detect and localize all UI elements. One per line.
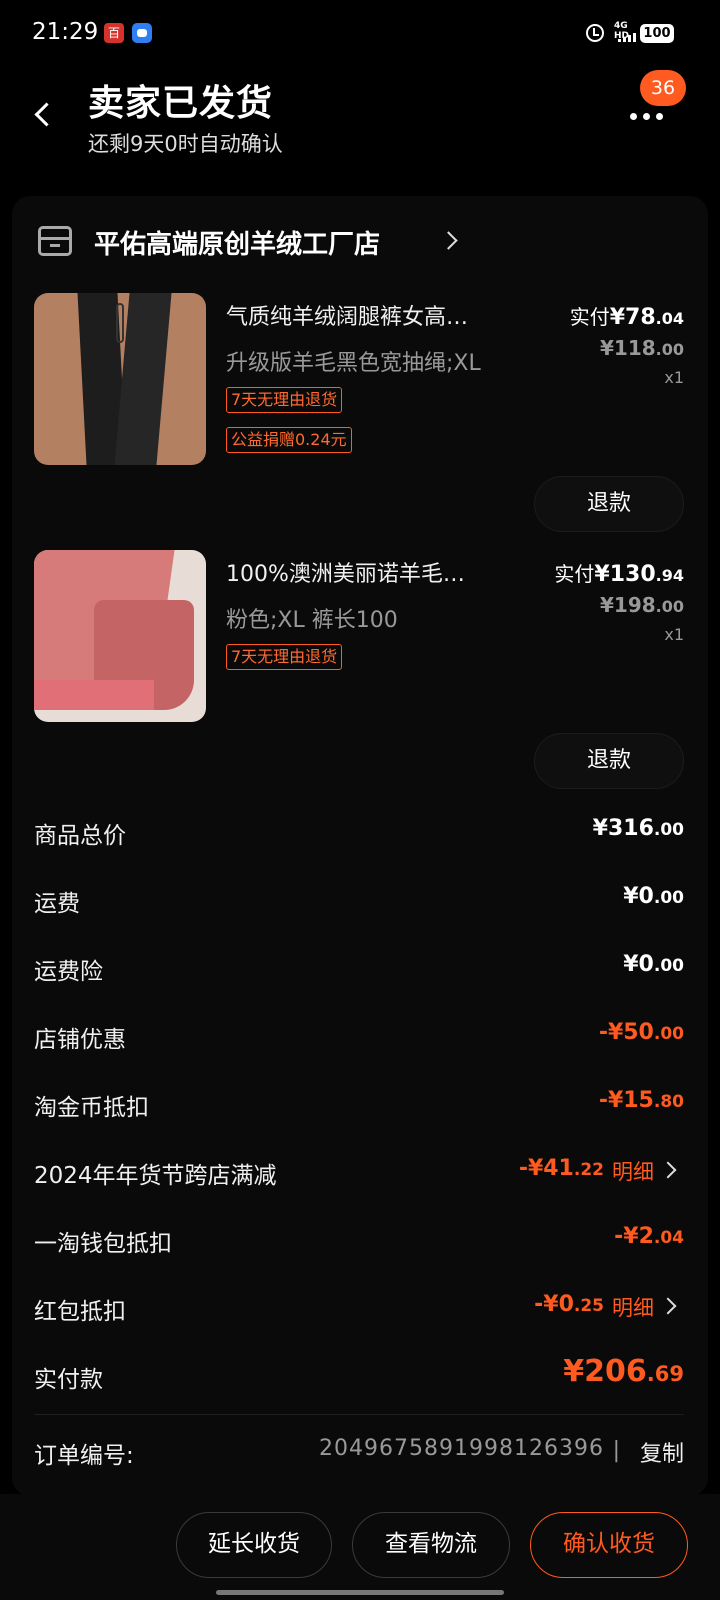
separator: | xyxy=(612,1438,620,1463)
more-options-icon[interactable] xyxy=(630,104,674,128)
fee-value: ¥0.00 xyxy=(623,952,684,977)
shop-row[interactable]: 平佑高端原创羊绒工厂店 xyxy=(34,220,674,264)
fee-label: 运费 xyxy=(34,891,80,917)
app-notification-icon: 百 xyxy=(104,23,124,43)
order-item[interactable]: 100%澳洲美丽诺羊毛… 粉色;XL 裤长100 7天无理由退货 实付¥130.… xyxy=(34,550,684,730)
quantity: x1 xyxy=(664,625,684,644)
order-number-row: 订单编号: 2049675891998126396 | 复制 xyxy=(34,1436,684,1476)
total-label: 实付款 xyxy=(34,1367,103,1393)
bottom-action-bar: 延长收货 查看物流 确认收货 xyxy=(0,1494,720,1600)
item-title[interactable]: 100%澳洲美丽诺羊毛… xyxy=(226,556,526,588)
fee-row-shipping: 运费 ¥0.00 xyxy=(34,880,684,920)
battery-icon: 100 xyxy=(640,24,674,43)
fee-value: -¥0.25 xyxy=(534,1292,604,1317)
return-policy-tag: 7天无理由退货 xyxy=(226,387,343,413)
item-spec: 粉色;XL 裤长100 xyxy=(226,608,398,633)
chevron-right-icon xyxy=(659,1161,677,1179)
divider xyxy=(34,1414,684,1415)
chevron-right-icon xyxy=(659,1297,677,1315)
return-policy-tag: 7天无理由退货 xyxy=(226,644,343,670)
shop-name[interactable]: 平佑高端原创羊绒工厂店 xyxy=(94,224,380,261)
status-time: 21:29 xyxy=(32,19,99,45)
price-column: 实付¥78.04 ¥118.00 x1 xyxy=(544,301,684,387)
paid-price: 实付¥130.94 xyxy=(554,562,684,587)
extend-receipt-button[interactable]: 延长收货 xyxy=(176,1512,332,1578)
signal-icon xyxy=(618,33,636,42)
item-title[interactable]: 气质纯羊绒阔腿裤女高… xyxy=(226,299,526,331)
detail-link[interactable]: 明细 xyxy=(612,1156,654,1186)
fee-row-shipping-insurance: 运费险 ¥0.00 xyxy=(34,948,684,988)
order-number: 2049675891998126396 xyxy=(319,1436,604,1461)
auto-confirm-countdown: 还剩9天0时自动确认 xyxy=(88,132,283,156)
price-column: 实付¥130.94 ¥198.00 x1 xyxy=(544,558,684,644)
refund-button[interactable]: 退款 xyxy=(534,733,684,789)
product-image-black-pants[interactable] xyxy=(34,293,206,465)
view-logistics-button[interactable]: 查看物流 xyxy=(352,1512,510,1578)
fee-value: -¥15.80 xyxy=(598,1088,684,1113)
original-price: ¥198.00 xyxy=(599,593,684,617)
fee-label: 商品总价 xyxy=(34,823,126,849)
product-image-pink-pants[interactable] xyxy=(34,550,206,722)
message-count-badge[interactable]: 36 xyxy=(640,70,686,106)
chevron-right-icon xyxy=(439,231,458,250)
fee-label: 淘金币抵扣 xyxy=(34,1095,149,1121)
fee-label: 2024年年货节跨店满减 xyxy=(34,1163,277,1189)
total-paid-row: 实付款 ¥206.69 xyxy=(34,1354,684,1402)
fee-value: ¥0.00 xyxy=(623,884,684,909)
status-bar: 21:29 百 4G HD 100 xyxy=(0,0,720,66)
copy-button[interactable]: 复制 xyxy=(640,1436,684,1468)
item-spec: 升级版羊毛黑色宽抽绳;XL xyxy=(226,351,481,376)
fee-label: 店铺优惠 xyxy=(34,1027,126,1053)
detail-link[interactable]: 明细 xyxy=(612,1292,654,1322)
fee-value: -¥2.04 xyxy=(614,1224,684,1249)
home-indicator[interactable] xyxy=(216,1590,504,1595)
original-price: ¥118.00 xyxy=(599,336,684,360)
order-item[interactable]: 气质纯羊绒阔腿裤女高… 升级版羊毛黑色宽抽绳;XL 7天无理由退货 公益捐赠0.… xyxy=(34,293,684,473)
fee-row-festival-discount[interactable]: 2024年年货节跨店满减 -¥41.22 明细 xyxy=(34,1152,684,1192)
confirm-receipt-button[interactable]: 确认收货 xyxy=(530,1512,688,1578)
total-value: ¥206.69 xyxy=(563,1354,684,1389)
charity-tag: 公益捐赠0.24元 xyxy=(226,427,352,453)
fee-label: 红包抵扣 xyxy=(34,1299,126,1325)
quantity: x1 xyxy=(664,368,684,387)
fee-value: ¥316.00 xyxy=(592,816,684,841)
fee-label: 运费险 xyxy=(34,959,103,985)
fee-row-goods-total: 商品总价 ¥316.00 xyxy=(34,812,684,852)
page-title: 卖家已发货 xyxy=(88,83,274,124)
fee-label: 一淘钱包抵扣 xyxy=(34,1231,172,1257)
refund-button[interactable]: 退款 xyxy=(534,476,684,532)
fee-value: -¥41.22 xyxy=(518,1156,604,1181)
back-icon[interactable] xyxy=(28,94,58,134)
fee-value: -¥50.00 xyxy=(598,1020,684,1045)
page-header: 卖家已发货 还剩9天0时自动确认 36 xyxy=(0,66,720,166)
fee-row-wallet-deduction: 一淘钱包抵扣 -¥2.04 xyxy=(34,1220,684,1260)
store-icon xyxy=(38,226,72,256)
order-number-label: 订单编号: xyxy=(34,1443,134,1469)
fee-row-redpacket-deduction[interactable]: 红包抵扣 -¥0.25 明细 xyxy=(34,1288,684,1328)
order-card: 平佑高端原创羊绒工厂店 气质纯羊绒阔腿裤女高… 升级版羊毛黑色宽抽绳;XL 7天… xyxy=(12,196,708,1496)
fee-row-coin-deduction: 淘金币抵扣 -¥15.80 xyxy=(34,1084,684,1124)
chat-app-notification-icon xyxy=(132,23,152,43)
alarm-icon xyxy=(586,24,604,42)
paid-price: 实付¥78.04 xyxy=(569,305,684,330)
fee-row-shop-discount: 店铺优惠 -¥50.00 xyxy=(34,1016,684,1056)
